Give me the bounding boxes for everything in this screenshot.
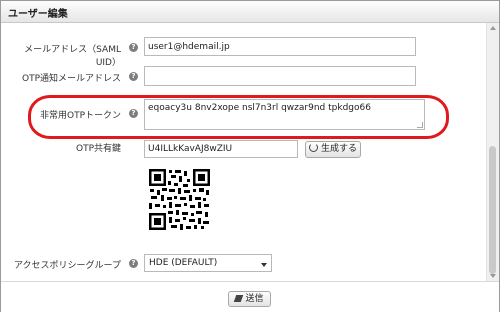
email-label: メールアドレス（SAML UID） xyxy=(24,45,121,68)
otp-shared-key-field[interactable] xyxy=(144,140,298,158)
access-policy-label: アクセスポリシーグループ xyxy=(13,261,121,271)
otp-email-label: OTP通知メールアドレス xyxy=(21,74,121,84)
dialog-title: ユーザー編集 xyxy=(8,9,68,20)
help-icon[interactable]: ? xyxy=(129,259,138,268)
chevron-down-icon xyxy=(261,263,267,267)
red-highlight-ellipse xyxy=(28,95,449,139)
help-icon[interactable]: ? xyxy=(129,72,138,81)
generate-button[interactable]: 生成する xyxy=(305,141,361,158)
qr-code xyxy=(149,169,210,230)
scrollbar-thumb[interactable] xyxy=(489,146,496,274)
access-policy-value: HDE (DEFAULT) xyxy=(149,258,218,268)
dialog-footer: 送信 xyxy=(1,281,499,312)
scroll-up-icon[interactable] xyxy=(490,26,496,30)
help-icon[interactable]: ? xyxy=(129,43,138,52)
vertical-scrollbar[interactable] xyxy=(486,23,499,281)
generate-button-label: 生成する xyxy=(320,144,357,154)
submit-button-label: 送信 xyxy=(245,294,264,304)
dialog-content: メールアドレス（SAML UID） ? OTP通知メールアドレス ? 非常用OT… xyxy=(1,23,486,281)
scroll-down-icon[interactable] xyxy=(490,274,496,278)
edit-icon xyxy=(234,295,244,302)
access-policy-select[interactable]: HDE (DEFAULT) xyxy=(144,254,272,272)
email-field[interactable] xyxy=(144,37,416,56)
submit-button[interactable]: 送信 xyxy=(228,291,271,307)
refresh-icon xyxy=(308,143,318,152)
dialog-titlebar: ユーザー編集 xyxy=(1,1,499,23)
otp-shared-key-label: OTP共有鍵 xyxy=(75,144,121,154)
user-edit-dialog: ユーザー編集 メールアドレス（SAML UID） ? OTP通知メールアドレス … xyxy=(0,0,500,312)
otp-email-field[interactable] xyxy=(144,66,416,86)
